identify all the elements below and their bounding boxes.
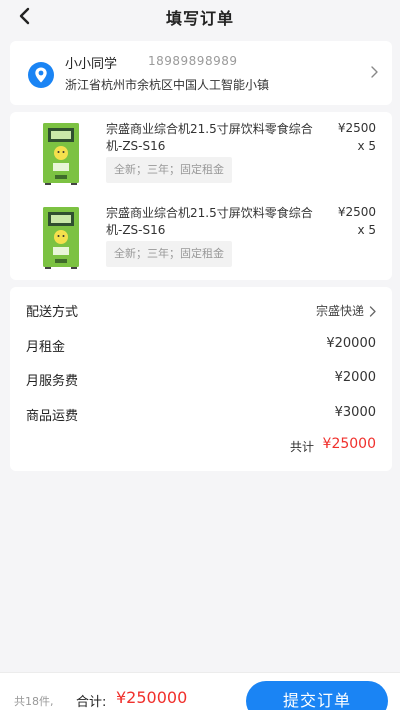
item-count: 共18件, [14,695,54,708]
shipping-method-value[interactable]: 宗盛快递 [316,302,364,319]
goods-list: 宗盛商业综合机21.5寸屏饮料零食综合机-ZS-S16 全新；三年；固定租金 ¥… [10,112,392,280]
sum-label: 合计: [76,695,107,710]
page-title: 填写订单 [165,9,234,28]
address-card[interactable]: 小小同学 18989898989 浙江省杭州市余杭区中国人工智能小镇 [10,41,392,105]
fee-summary-card: 配送方式 宗盛快递 月租金 ¥20000 月服务费 ¥2000 商品运费 ¥30… [10,287,392,471]
freight-value: ¥3000 [334,405,376,420]
goods-name: 宗盛商业综合机21.5寸屏饮料零食综合机-ZS-S16 [106,206,313,237]
service-fee-row: 月服务费 ¥2000 [10,370,392,390]
checkout-bar: 共18件, 合计: ¥250000 提交订单 [0,672,400,710]
monthly-rent-value: ¥20000 [326,336,376,351]
location-pin-icon [28,62,54,88]
vending-machine-image [43,207,79,269]
submit-order-button[interactable]: 提交订单 [246,681,388,710]
address-detail: 浙江省杭州市余杭区中国人工智能小镇 [65,78,270,92]
total-value: ¥25000 [322,436,376,452]
goods-spec: 全新；三年；固定租金 [106,241,232,267]
recipient-name: 小小同学 [65,57,118,72]
recipient-phone: 18989898989 [148,54,238,68]
goods-quantity: x 5 [357,139,376,153]
back-button[interactable] [14,4,34,28]
sum-value: ¥250000 [116,688,188,707]
total-row: 共计 ¥25000 [10,436,392,457]
back-arrow-icon [19,7,30,25]
freight-label: 商品运费 [26,409,79,424]
monthly-rent-label: 月租金 [26,340,66,355]
shipping-method-row[interactable]: 配送方式 宗盛快递 [10,301,392,321]
goods-price: ¥2500 [337,205,376,219]
monthly-rent-row: 月租金 ¥20000 [10,336,392,356]
chevron-right-icon [369,306,376,317]
total-label: 共计 [289,440,314,454]
goods-item[interactable]: 宗盛商业综合机21.5寸屏饮料零食综合机-ZS-S16 全新；三年；固定租金 ¥… [10,112,392,192]
service-fee-value: ¥2000 [334,370,376,385]
goods-name: 宗盛商业综合机21.5寸屏饮料零食综合机-ZS-S16 [106,122,313,153]
goods-price: ¥2500 [337,121,376,135]
goods-spec: 全新；三年；固定租金 [106,157,232,183]
header-bar: 填写订单 [0,0,400,34]
chevron-right-icon [371,66,378,78]
shipping-method-label: 配送方式 [26,305,79,320]
vending-machine-image [43,123,79,185]
freight-row: 商品运费 ¥3000 [10,405,392,425]
goods-item[interactable]: 宗盛商业综合机21.5寸屏饮料零食综合机-ZS-S16 全新；三年；固定租金 ¥… [10,196,392,276]
service-fee-label: 月服务费 [26,374,79,389]
goods-quantity: x 5 [357,223,376,237]
